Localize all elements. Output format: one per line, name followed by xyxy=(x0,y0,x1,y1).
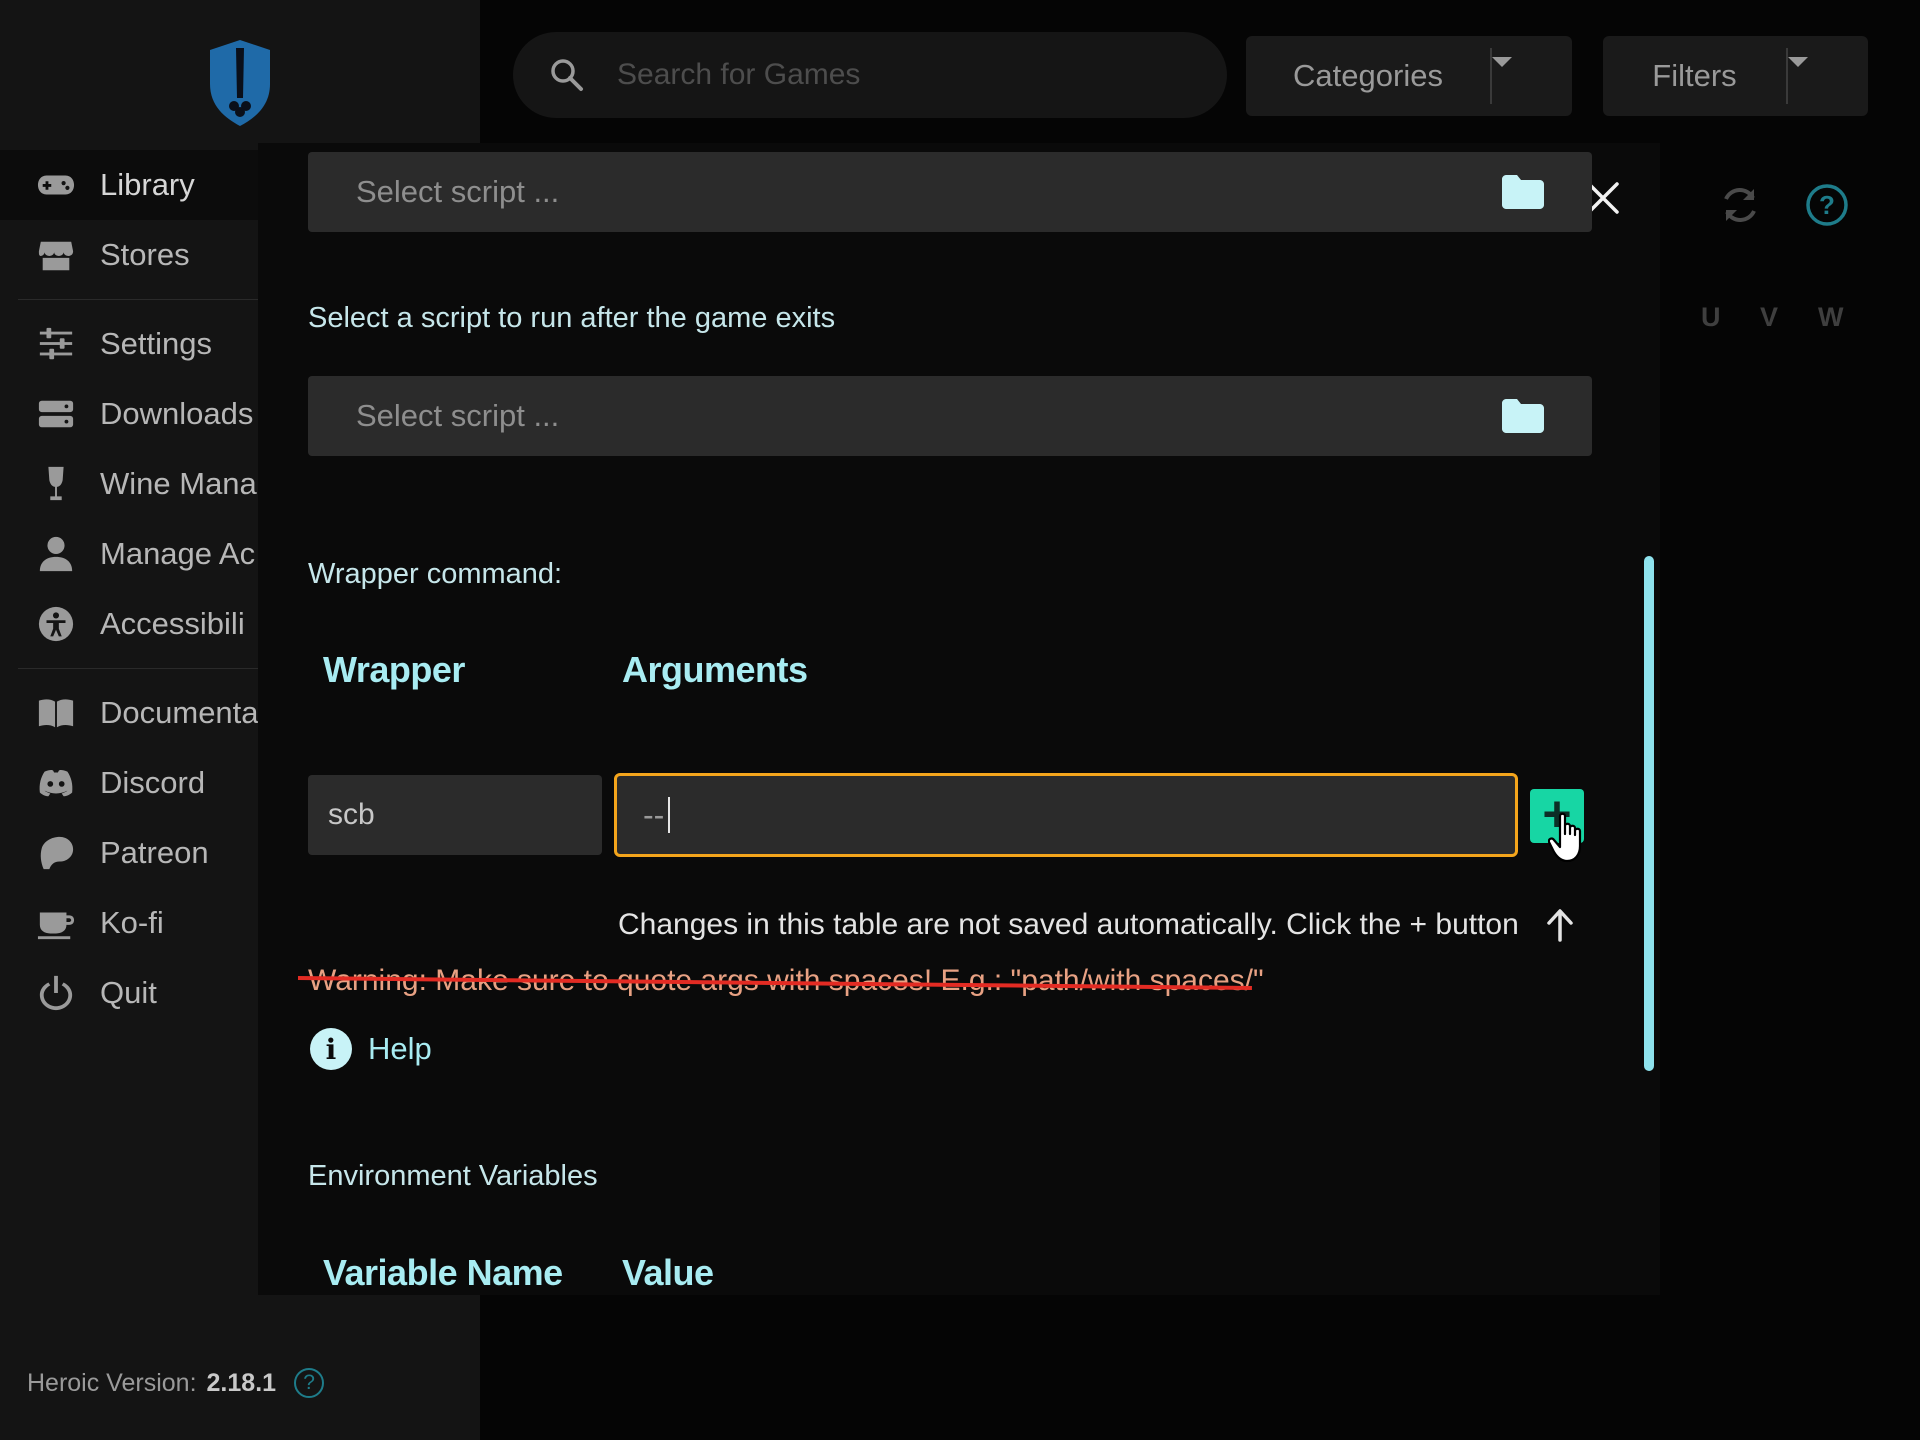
sidebar-item-documentation[interactable]: Documenta xyxy=(0,678,260,748)
sidebar-item-label: Settings xyxy=(100,326,213,361)
downloads-icon xyxy=(36,394,76,434)
sidebar-item-label: Documenta xyxy=(100,695,259,730)
filters-dropdown[interactable]: Filters xyxy=(1603,36,1868,116)
alphabet-letter[interactable]: U xyxy=(1701,302,1721,333)
search-icon xyxy=(551,59,583,91)
patreon-icon xyxy=(36,833,76,873)
script-placeholder: Select script ... xyxy=(356,174,560,209)
script-placeholder: Select script ... xyxy=(356,398,560,433)
sidebar-item-label: Manage Ac xyxy=(100,536,256,571)
svg-text:?: ? xyxy=(1819,190,1835,220)
arguments-input[interactable]: -- xyxy=(614,773,1518,857)
sidebar-item-discord[interactable]: Discord xyxy=(0,748,260,818)
sidebar-item-settings[interactable]: Settings xyxy=(0,309,260,379)
unsaved-note-text: Changes in this table are not saved auto… xyxy=(618,908,1519,941)
version-info: Heroic Version: 2.18.1 ? xyxy=(27,1368,325,1398)
sidebar-item-label: Quit xyxy=(100,975,157,1010)
nav-divider xyxy=(18,668,258,669)
accessibility-icon xyxy=(36,604,76,644)
help-label: Help xyxy=(368,1031,432,1066)
sidebar-item-kofi[interactable]: Ko-fi xyxy=(0,888,260,958)
sidebar-item-downloads[interactable]: Downloads xyxy=(0,379,260,449)
chevron-down-icon[interactable] xyxy=(1788,57,1868,85)
book-icon xyxy=(36,693,76,733)
unsaved-note: Changes in this table are not saved auto… xyxy=(618,908,1575,942)
variable-name-column-header: Variable Name xyxy=(323,1252,563,1293)
nav-divider xyxy=(18,299,258,300)
sidebar-item-label: Wine Mana xyxy=(100,466,257,501)
filters-label: Filters xyxy=(1652,58,1737,93)
dialog-scrollbar[interactable] xyxy=(1644,556,1654,1071)
version-label: Heroic Version: xyxy=(27,1368,197,1397)
wrapper-input[interactable]: scb xyxy=(308,775,602,855)
info-icon: i xyxy=(310,1028,352,1070)
sidebar-item-label: Patreon xyxy=(100,835,209,870)
text-cursor xyxy=(668,797,671,833)
sidebar-item-label: Stores xyxy=(100,237,190,272)
alphabet-letter[interactable]: V xyxy=(1760,302,1778,333)
search-input[interactable] xyxy=(617,58,1177,92)
refresh-icon[interactable] xyxy=(1718,183,1762,227)
arrow-up-icon xyxy=(1547,909,1573,942)
version-value: 2.18.1 xyxy=(206,1368,277,1397)
sidebar-nav: Library Stores Settings Downloads Wine M… xyxy=(0,150,260,1028)
sidebar-item-accessibility[interactable]: Accessibili xyxy=(0,589,260,659)
sidebar-item-label: Discord xyxy=(100,765,206,800)
wrapper-column-header: Wrapper xyxy=(323,649,465,690)
value-column-header: Value xyxy=(622,1252,714,1293)
sidebar-item-wine-manager[interactable]: Wine Mana xyxy=(0,449,260,519)
user-icon xyxy=(36,534,76,574)
chevron-down-icon[interactable] xyxy=(1492,57,1572,85)
arguments-value: -- xyxy=(643,796,665,833)
sidebar-item-patreon[interactable]: Patreon xyxy=(0,818,260,888)
wrapper-command-label: Wrapper command: xyxy=(308,558,563,590)
folder-icon[interactable] xyxy=(1502,175,1544,209)
store-icon xyxy=(36,235,76,275)
script-after-select[interactable]: Select script ... xyxy=(308,376,1592,456)
sidebar-item-manage-accounts[interactable]: Manage Ac xyxy=(0,519,260,589)
environment-variables-label: Environment Variables xyxy=(308,1160,598,1192)
sidebar-item-quit[interactable]: Quit xyxy=(0,958,260,1028)
discord-icon xyxy=(36,763,76,803)
search-bar xyxy=(513,32,1227,118)
categories-label: Categories xyxy=(1293,58,1443,93)
power-icon xyxy=(36,973,76,1013)
wrapper-value: scb xyxy=(328,798,375,831)
arguments-column-header: Arguments xyxy=(622,649,808,690)
sliders-icon xyxy=(36,324,76,364)
gamepad-icon xyxy=(36,165,76,205)
coffee-cup-icon xyxy=(36,903,76,943)
script-before-select[interactable]: Select script ... xyxy=(308,152,1592,232)
question-icon[interactable]: ? xyxy=(294,1368,325,1398)
after-exit-label: Select a script to run after the game ex… xyxy=(308,302,836,334)
sidebar-item-label: Downloads xyxy=(100,396,254,431)
sidebar-item-stores[interactable]: Stores xyxy=(0,220,260,290)
sidebar-item-label: Library xyxy=(100,167,195,202)
sidebar-item-label: Accessibili xyxy=(100,606,245,641)
help-icon[interactable]: ? xyxy=(1805,183,1849,227)
help-link[interactable]: i Help xyxy=(310,1028,432,1070)
sidebar-item-label: Ko-fi xyxy=(100,905,164,940)
sidebar-item-library[interactable]: Library xyxy=(0,150,260,220)
folder-icon[interactable] xyxy=(1502,399,1544,433)
alphabet-letter[interactable]: W xyxy=(1818,302,1843,333)
categories-dropdown[interactable]: Categories xyxy=(1246,36,1572,116)
wine-glass-icon xyxy=(36,464,76,504)
hand-pointer-icon xyxy=(1548,812,1582,863)
heroic-logo[interactable] xyxy=(205,40,275,126)
